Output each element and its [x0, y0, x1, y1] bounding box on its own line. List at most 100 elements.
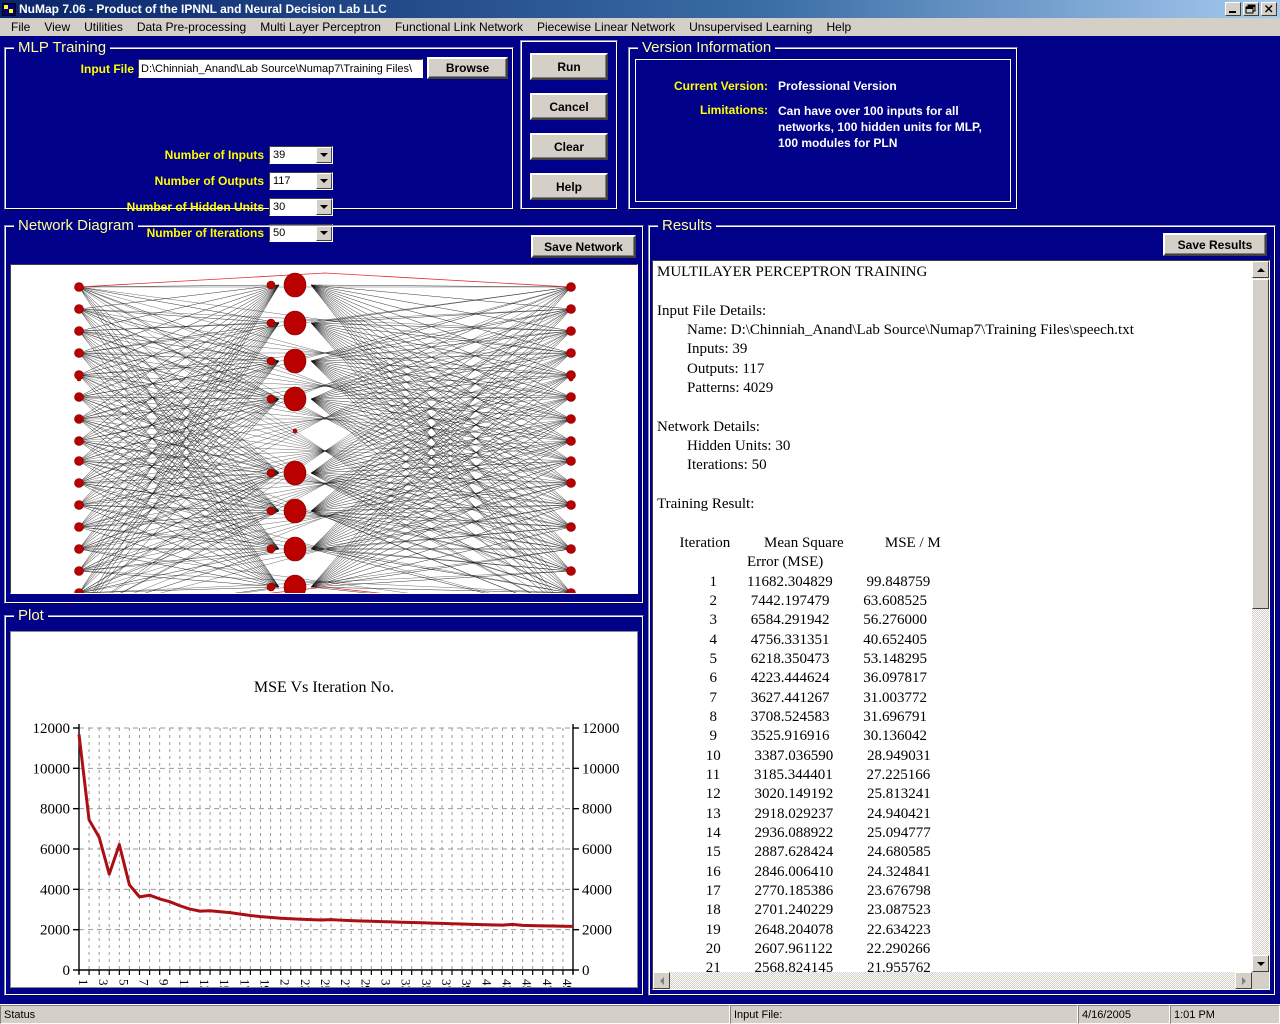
network-node: [293, 387, 297, 391]
chart-y-tick-label: 4000: [40, 882, 70, 898]
network-connection: [79, 287, 279, 587]
clear-button[interactable]: Clear: [530, 133, 608, 160]
network-connection: [311, 285, 571, 287]
scroll-up-button[interactable]: [1252, 261, 1269, 278]
chart-x-tick-label: 1: [76, 979, 91, 986]
network-node: [75, 349, 84, 358]
network-node: [267, 507, 275, 515]
status-text: Status: [4, 1009, 35, 1021]
mse-line: [79, 734, 573, 926]
menu-piecewise-linear-network-label: Piecewise Linear Network: [537, 20, 675, 34]
results-vertical-scrollbar[interactable]: [1252, 261, 1269, 972]
number-of-inputs-combo[interactable]: 39: [269, 146, 333, 164]
number-of-hidden-units-label: Number of Hidden Units: [84, 200, 264, 214]
scroll-down-button[interactable]: [1252, 955, 1269, 972]
chevron-down-icon[interactable]: [316, 173, 332, 189]
scroll-right-button[interactable]: [1235, 972, 1252, 989]
close-button[interactable]: [1261, 2, 1277, 16]
network-connection: [311, 473, 571, 549]
chart-y-tick-label: 0: [582, 963, 590, 979]
chart-y-tick-label: 2000: [582, 923, 612, 939]
number-of-hidden-units-value: 30: [270, 201, 316, 213]
help-button[interactable]: Help: [530, 173, 608, 200]
restore-button[interactable]: [1243, 2, 1259, 16]
input-file-label: Input File: [74, 62, 134, 76]
network-diagram-canvas: [10, 264, 638, 594]
chevron-down-icon[interactable]: [316, 147, 332, 163]
menu-data-preprocessing[interactable]: Data Pre-processing: [130, 19, 253, 35]
network-node: [284, 575, 306, 594]
menu-multi-layer-perceptron[interactable]: Multi Layer Perceptron: [253, 19, 388, 35]
minimize-button[interactable]: [1225, 2, 1241, 16]
network-node: [77, 417, 81, 421]
mlp-training-panel: MLP Training Input File D:\Chinniah_Anan…: [4, 40, 514, 210]
cancel-button[interactable]: Cancel: [530, 93, 608, 120]
network-connection: [311, 309, 571, 473]
menu-utilities-label: Utilities: [84, 20, 123, 34]
menu-file[interactable]: File: [4, 19, 37, 35]
chart-title: MSE Vs Iteration No.: [254, 679, 394, 696]
chart-y-tick-label: 4000: [582, 882, 612, 898]
network-connection: [311, 309, 571, 361]
network-node: [77, 397, 81, 401]
results-textarea[interactable]: MULTILAYER PERCEPTRON TRAINING Input Fil…: [652, 260, 1270, 990]
app-icon: [2, 3, 16, 16]
network-node: [567, 457, 576, 466]
status-cell-date: 4/16/2005: [1078, 1005, 1170, 1024]
network-node: [267, 319, 275, 327]
network-node: [267, 469, 275, 477]
chevron-down-icon[interactable]: [316, 199, 332, 215]
input-file-value: D:\Chinniah_Anand\Lab Source\Numap7\Trai…: [141, 63, 412, 75]
number-of-hidden-units-combo[interactable]: 30: [269, 198, 333, 216]
network-node: [293, 429, 297, 433]
save-network-button[interactable]: Save Network: [531, 235, 636, 258]
network-node: [567, 283, 576, 292]
chart-x-tick-label: 49: [560, 979, 575, 987]
results-scroll-thumb[interactable]: [1252, 279, 1269, 609]
network-node: [569, 377, 573, 381]
browse-label: Browse: [446, 61, 489, 75]
network-connection: [311, 473, 571, 571]
results-panel: Results Save Results MULTILAYER PERCEPTR…: [648, 218, 1276, 996]
number-of-outputs-combo[interactable]: 117: [269, 172, 333, 190]
number-of-outputs-label: Number of Outputs: [84, 174, 264, 188]
save-results-button[interactable]: Save Results: [1163, 233, 1267, 256]
chart-x-tick-label: 33: [399, 979, 414, 987]
chart-y-tick-label: 2000: [40, 923, 70, 939]
network-connection: [79, 461, 279, 511]
menu-unsupervised-learning[interactable]: Unsupervised Learning: [682, 19, 819, 35]
window-title: NuMap 7.06 - Product of the IPNNL and Ne…: [19, 2, 387, 16]
network-node: [567, 327, 576, 336]
network-node: [267, 395, 275, 403]
network-connection: [311, 285, 571, 309]
menu-view[interactable]: View: [37, 19, 77, 35]
network-connection: [79, 331, 279, 361]
chart-x-tick-label: 43: [499, 979, 514, 987]
network-node: [77, 377, 81, 381]
mse-chart: MSE Vs Iteration No. 0200040006000800010…: [11, 632, 637, 987]
network-node: [75, 283, 84, 292]
network-connection: [79, 571, 279, 587]
network-node: [569, 437, 573, 441]
network-node: [567, 349, 576, 358]
menu-help[interactable]: Help: [819, 19, 858, 35]
input-file-field[interactable]: D:\Chinniah_Anand\Lab Source\Numap7\Trai…: [138, 59, 423, 78]
menu-functional-link-network[interactable]: Functional Link Network: [388, 19, 530, 35]
menu-piecewise-linear-network[interactable]: Piecewise Linear Network: [530, 19, 682, 35]
results-horizontal-scrollbar[interactable]: [653, 972, 1252, 989]
network-node: [284, 273, 306, 297]
menu-utilities[interactable]: Utilities: [77, 19, 130, 35]
chart-x-tick-label: 3: [96, 979, 111, 986]
chart-x-tick-label: 11: [177, 979, 192, 987]
status-cell-input-file: Input File:: [730, 1005, 1078, 1024]
network-node: [267, 583, 275, 591]
chart-x-tick-label: 19: [257, 979, 272, 987]
status-time: 1:01 PM: [1174, 1009, 1215, 1021]
chart-y-tick-label: 6000: [40, 842, 70, 858]
status-input-file: Input File:: [734, 1009, 782, 1021]
chart-x-tick-label: 15: [217, 979, 232, 987]
run-button[interactable]: Run: [530, 53, 608, 80]
scroll-left-button[interactable]: [653, 972, 670, 989]
browse-button[interactable]: Browse: [427, 57, 508, 79]
save-network-label: Save Network: [544, 240, 623, 254]
